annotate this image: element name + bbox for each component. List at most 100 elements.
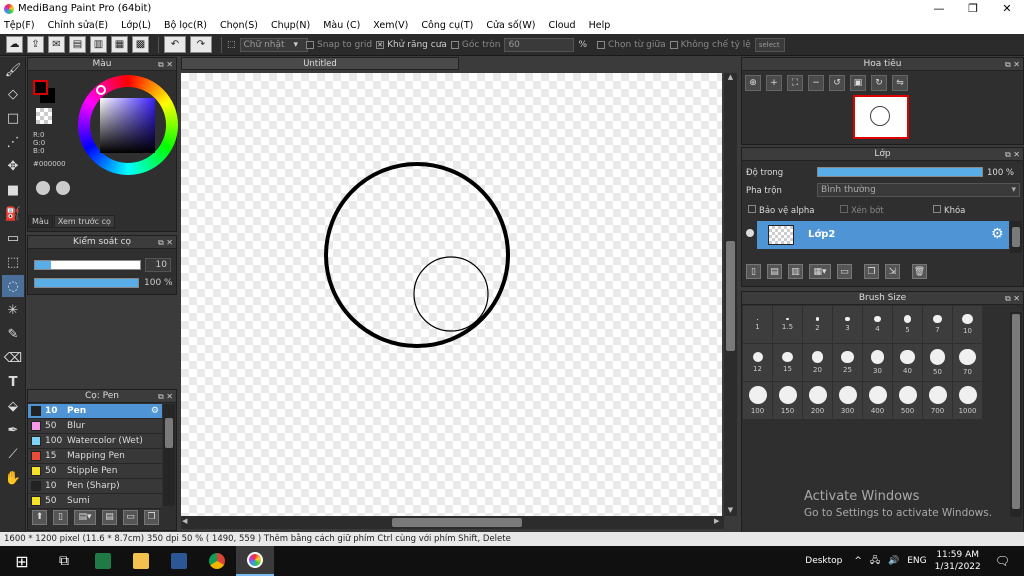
layer-name[interactable]: Lớp2 — [808, 229, 835, 240]
brush-size-slider[interactable] — [34, 260, 141, 270]
close-button[interactable]: ✕ — [990, 0, 1024, 17]
panel-icon[interactable]: ▦ — [111, 36, 128, 53]
hand-tool-icon[interactable]: ✋ — [2, 467, 24, 489]
cloud-icon[interactable]: ☁ — [6, 36, 23, 53]
brush-size-cell[interactable]: 30 — [863, 344, 892, 381]
layer-scrollbar[interactable] — [1010, 221, 1022, 253]
center-checkbox[interactable] — [597, 40, 606, 49]
brush-size-cell[interactable]: 400 — [863, 382, 892, 419]
dot-tool-icon[interactable]: ⋰ — [2, 131, 24, 153]
brush-size-cell[interactable]: 1 — [743, 306, 772, 343]
canvas-vertical-scrollbar[interactable]: ▲ ▼ — [724, 73, 737, 516]
brush-size-cell[interactable]: 3 — [833, 306, 862, 343]
brush-size-cell[interactable]: 150 — [773, 382, 802, 419]
brush-size-cell[interactable]: 25 — [833, 344, 862, 381]
layer-settings-gear-icon[interactable]: ⚙ — [991, 226, 1004, 242]
menu-filter[interactable]: Bộ lọc(R) — [164, 20, 207, 31]
upload-icon[interactable]: ⇪ — [27, 36, 44, 53]
brush-size-cell[interactable]: 20 — [803, 344, 832, 381]
hue-knob[interactable] — [96, 85, 106, 95]
zoom-in-icon[interactable]: + — [766, 75, 782, 91]
blend-mode-select[interactable]: Bình thường ▾ — [817, 183, 1020, 197]
windows-start-icon[interactable]: ⊞ — [0, 546, 44, 576]
reset-view-icon[interactable]: ▣ — [850, 75, 866, 91]
new-halftone-layer-icon[interactable]: ▤ — [767, 264, 782, 279]
antialias-checkbox[interactable]: ✕ — [376, 40, 385, 49]
task-view-icon[interactable]: ⧉ — [44, 546, 84, 576]
layer-menu-icon[interactable]: ▦▾ — [809, 264, 831, 279]
divide-tool-icon[interactable]: ⟋ — [2, 443, 24, 465]
undo-icon[interactable]: ↶ — [164, 36, 186, 53]
menu-view[interactable]: Xem(V) — [373, 20, 408, 31]
brush-size-cell[interactable]: 12 — [743, 344, 772, 381]
menu-window[interactable]: Cửa số(W) — [486, 20, 535, 31]
brush-size-cell[interactable]: 300 — [833, 382, 862, 419]
select-tool-icon[interactable]: ⬚ — [2, 251, 24, 273]
saturation-square[interactable] — [100, 98, 155, 153]
brush-settings-gear-icon[interactable]: ⚙ — [151, 406, 159, 416]
eraser-tool-icon[interactable]: ◇ — [2, 83, 24, 105]
clock[interactable]: 11:59 AM 1/31/2022 — [935, 549, 981, 573]
fit-window-icon[interactable]: ⛶ — [787, 75, 803, 91]
lasso-tool-icon[interactable]: ◌ — [2, 275, 24, 297]
round-value-field[interactable]: 60 — [504, 37, 575, 52]
brush-opacity-slider[interactable] — [34, 278, 139, 288]
language-indicator[interactable]: ENG — [907, 556, 926, 566]
layer-folder-icon[interactable]: ▭ — [837, 264, 852, 279]
select-eraser-icon[interactable]: ⌫ — [2, 347, 24, 369]
clip-checkbox[interactable] — [840, 205, 848, 213]
tab-brush-preview[interactable]: Xem trước cọ — [53, 215, 115, 228]
round-checkbox[interactable] — [450, 40, 459, 49]
duplicate-icon[interactable]: ❐ — [144, 509, 159, 525]
eyedropper-icon[interactable]: ✒ — [2, 419, 24, 441]
canvas[interactable] — [181, 73, 722, 516]
brush-add-icon[interactable]: ⬆ — [32, 509, 47, 525]
palette-add-icon[interactable] — [56, 181, 70, 195]
palette-icon[interactable] — [36, 181, 50, 195]
chevron-down-icon[interactable]: ▾ — [294, 40, 299, 50]
flip-icon[interactable]: ⇋ — [892, 75, 908, 91]
canvas-hscroll-thumb[interactable] — [392, 518, 522, 527]
new-layer-icon[interactable]: ▯ — [746, 264, 761, 279]
word-app-icon[interactable] — [160, 546, 198, 576]
panel-close-icon[interactable]: ⧉ ✕ — [1005, 148, 1020, 161]
brush-size-cell[interactable]: 200 — [803, 382, 832, 419]
notification-icon[interactable]: 🗨 — [995, 554, 1010, 568]
scroll-thumb[interactable] — [1012, 314, 1020, 509]
tab-color[interactable]: Màu — [28, 215, 53, 228]
brush-size-value[interactable]: 10 — [145, 258, 171, 272]
scroll-right-icon[interactable]: ▶ — [714, 517, 719, 525]
zoom-fit-icon[interactable]: ⊕ — [745, 75, 761, 91]
panel-close-icon[interactable]: ⧉ ✕ — [1005, 58, 1020, 71]
rotate-right-icon[interactable]: ↻ — [871, 75, 887, 91]
rotate-left-icon[interactable]: ↺ — [829, 75, 845, 91]
select-button[interactable]: select — [754, 37, 785, 52]
excel-app-icon[interactable] — [84, 546, 122, 576]
menu-capture[interactable]: Chụp(N) — [271, 20, 310, 31]
medibang-app-icon[interactable] — [236, 546, 274, 576]
brush-list-item[interactable]: 10 Pen ⚙ — [28, 404, 162, 419]
scroll-up-icon[interactable]: ▲ — [724, 73, 737, 83]
brush-size-cell[interactable]: 500 — [893, 382, 922, 419]
scroll-down-icon[interactable]: ▼ — [724, 506, 737, 516]
document-tab[interactable]: Untitled — [181, 57, 459, 70]
foreground-color-swatch[interactable] — [33, 80, 48, 95]
clip-option[interactable]: Xén bớt — [840, 205, 884, 216]
protect-alpha-option[interactable]: Bảo vệ alpha — [748, 205, 814, 216]
grid-icon[interactable]: ▩ — [132, 36, 149, 53]
menu-select[interactable]: Chọn(S) — [220, 20, 258, 31]
brush-size-cell[interactable]: 100 — [743, 382, 772, 419]
redo-icon[interactable]: ↷ — [190, 36, 212, 53]
lock-checkbox[interactable] — [933, 205, 941, 213]
desktop-label[interactable]: Desktop — [805, 556, 842, 566]
magic-wand-icon[interactable]: ✳ — [2, 299, 24, 321]
brush-list-item[interactable]: 15 Mapping Pen — [28, 449, 162, 464]
menu-file[interactable]: Tệp(F) — [4, 20, 35, 31]
chat-icon[interactable]: ▤ — [69, 36, 86, 53]
duplicate-layer-icon[interactable]: ❐ — [864, 264, 879, 279]
brush-size-cell[interactable]: 700 — [923, 382, 952, 419]
panel-close-icon[interactable]: ⧉ ✕ — [1005, 292, 1020, 305]
delete-layer-icon[interactable]: 🗑 — [912, 264, 927, 279]
brush-list-item[interactable]: 50 Blur — [28, 419, 162, 434]
brush-tool-icon[interactable]: 🖌 — [2, 59, 24, 81]
